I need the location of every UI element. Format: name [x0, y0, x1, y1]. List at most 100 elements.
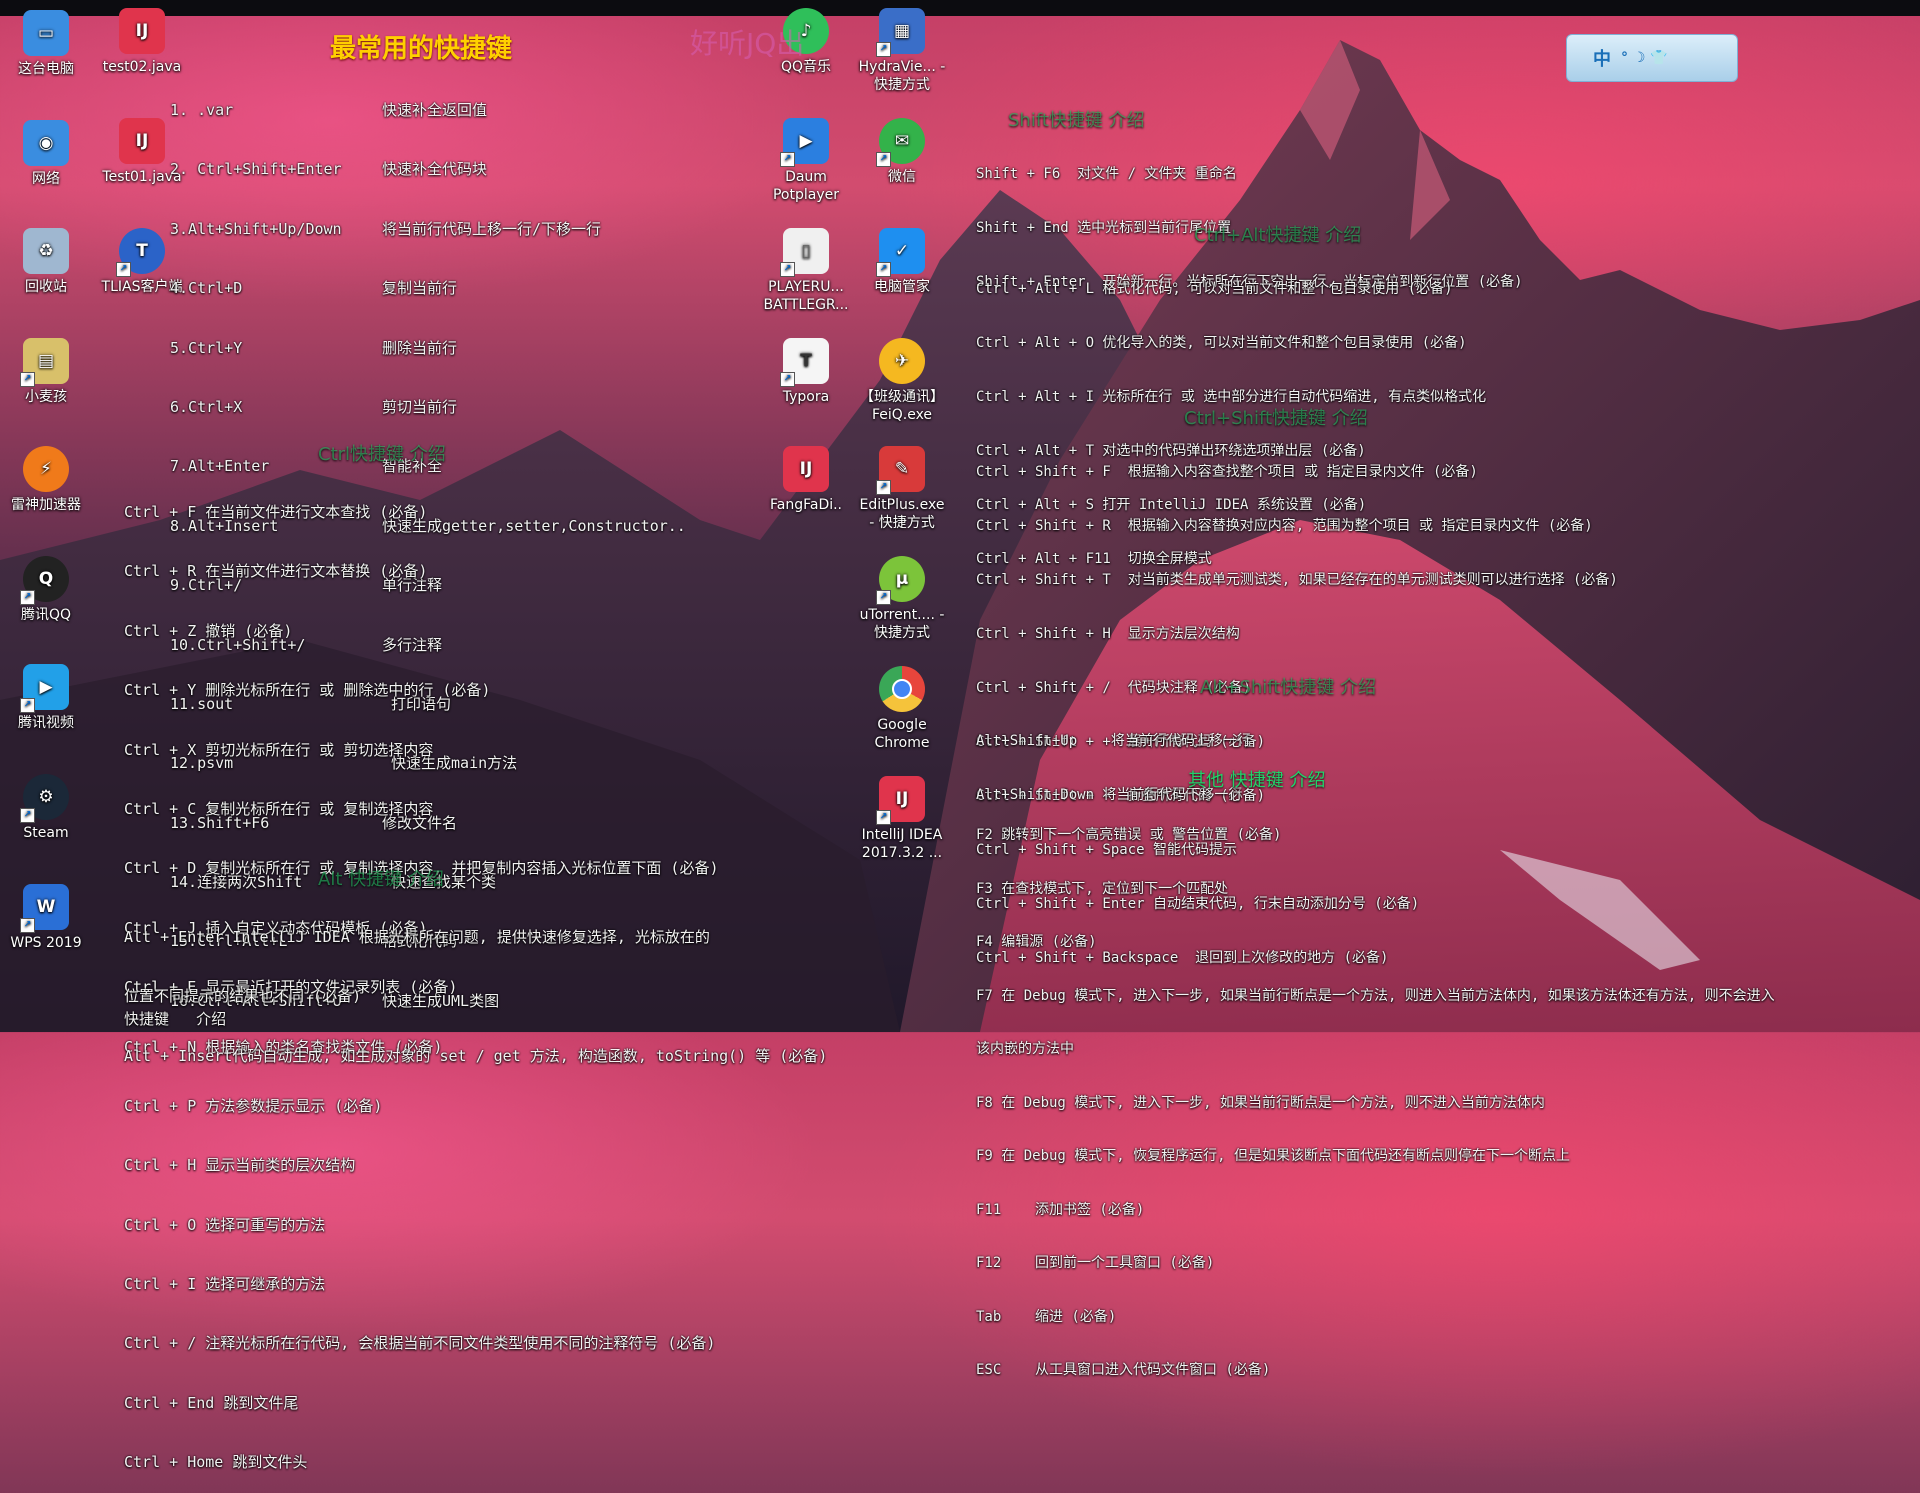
- icon-label: 【班级通讯】 FeiQ.exe: [860, 389, 944, 423]
- icon-label: IntelliJ IDEA 2017.3.2 ...: [861, 827, 943, 861]
- other-shortcut-list: F2 跳转到下一个高亮错误 或 警告位置 (必备) F3 在查找模式下, 定位到…: [976, 793, 1916, 1398]
- desktop-icon-feiq[interactable]: ✈ 【班级通讯】 FeiQ.exe: [856, 338, 948, 424]
- list-item: Tab 缩进 (必备): [976, 1308, 1117, 1325]
- list-item: 位置不同提示的结果也不同 (必备): [124, 987, 362, 1006]
- intellij-file-icon: IJ: [119, 8, 165, 54]
- icon-label: 微信: [888, 169, 916, 185]
- icon-label: 回收站: [25, 279, 67, 295]
- section-title-alt-shift: Alt+Shift快捷键 介绍: [1200, 677, 1377, 698]
- utorrent-icon: µ ↗: [876, 556, 925, 605]
- desktop-icon-hydravision[interactable]: ▦ ↗ HydraVie... - 快捷方式: [856, 8, 948, 94]
- icon-label: 腾讯QQ: [20, 607, 72, 623]
- tlias-icon: T ↗: [116, 228, 165, 277]
- icon-label: 这台电脑: [18, 61, 74, 77]
- steam-icon: ⚙ ↗: [20, 774, 69, 823]
- icon-label: Typora: [782, 389, 830, 405]
- desktop-icon-wps[interactable]: W ↗ WPS 2019: [0, 884, 92, 952]
- desktop-icon-chrome[interactable]: Google Chrome: [856, 666, 948, 752]
- list-item: ESC 从工具窗口进入代码文件窗口 (必备): [976, 1362, 1271, 1378]
- alt-shortcut-list: Alt + Enter IntelliJ IDEA 根据光标所在问题, 提供快速…: [124, 890, 827, 1086]
- folder-icon: ▤ ↗: [20, 338, 69, 387]
- list-item: Shift + F6 对文件 / 文件夹 重命名: [976, 166, 1237, 182]
- recycle-bin-icon: ♻: [23, 228, 69, 274]
- file-icon: ▯ ↗: [780, 228, 829, 277]
- hydravision-icon: ▦ ↗: [876, 8, 925, 57]
- qq-icon: Q ↗: [20, 556, 69, 605]
- list-item: Ctrl + F 在当前文件进行文本查找 (必备): [124, 503, 428, 521]
- list-item: Ctrl + I 选择可继承的方法: [124, 1275, 326, 1294]
- icon-label: FangFaDi..: [769, 497, 843, 513]
- list-item: Ctrl + End 跳到文件尾: [124, 1393, 299, 1412]
- list-item: F9 在 Debug 模式下, 恢复程序运行, 但是如果该断点下面代码还有断点则…: [976, 1148, 1570, 1164]
- icon-label: 小麦孩: [25, 389, 67, 405]
- list-item: Ctrl + X 剪切光标所在行 或 剪切选择内容: [124, 740, 434, 759]
- network-icon: ◉: [23, 120, 69, 166]
- list-item: 6.Ctrl+X 剪切当前行: [170, 397, 458, 416]
- desktop-icon-typora[interactable]: T ↗ Typora: [760, 338, 852, 406]
- desktop-icon-editplus[interactable]: ✎ ↗ EditPlus.exe - 快捷方式: [856, 446, 948, 532]
- desktop-icon-xiaomaihai[interactable]: ▤ ↗ 小麦孩: [0, 338, 92, 406]
- list-item: 该内嵌的方法中: [976, 1041, 1074, 1057]
- list-item: Ctrl + Shift + F 根据输入内容查找整个项目 或 指定目录内文件 …: [976, 464, 1478, 480]
- section-title-ctrl-alt: Ctrl+Alt快捷键 介绍: [1194, 225, 1362, 246]
- desktop-icon-intellij-idea[interactable]: IJ ↗ IntelliJ IDEA 2017.3.2 ...: [856, 776, 948, 862]
- footer-caption: 快捷键 介绍: [124, 1010, 227, 1028]
- desktop-icon-wechat[interactable]: ✉ ↗ 微信: [856, 118, 948, 186]
- icon-label: 网络: [32, 171, 60, 187]
- desktop-icon-pubg[interactable]: ▯ ↗ PLAYERU... BATTLEGR...: [760, 228, 852, 314]
- list-item: Ctrl + P 方法参数提示显示 (必备): [124, 1096, 383, 1115]
- section-title-alt: Alt 快捷键 介绍: [318, 869, 444, 890]
- desktop-icon-leishen[interactable]: ⚡ 雷神加速器: [0, 446, 92, 514]
- list-item: 1. .var 快速补全返回值: [170, 101, 488, 119]
- desktop-icon-steam[interactable]: ⚙ ↗ Steam: [0, 774, 92, 842]
- list-item: 3.Alt+Shift+Up/Down 将当前行代码上移一行/下移一行: [170, 219, 602, 238]
- list-item: Alt+Shift+Up 将当前行代码上移一行: [976, 733, 1251, 749]
- desktop-icon-recycle-bin[interactable]: ♻ 回收站: [0, 228, 92, 296]
- list-item: F2 跳转到下一个高亮错误 或 警告位置 (必备): [976, 827, 1282, 843]
- computer-icon: ▭: [23, 10, 69, 56]
- intellij-icon: IJ ↗: [876, 776, 925, 825]
- section-title-ctrl: Ctrl快捷键 介绍: [318, 444, 446, 465]
- desktop-icon-tencent-video[interactable]: ▶ ↗ 腾讯视频: [0, 664, 92, 732]
- icon-label: EditPlus.exe - 快捷方式: [859, 497, 945, 531]
- wechat-icon: ✉ ↗: [876, 118, 925, 167]
- list-item: 5.Ctrl+Y 删除当前行: [170, 338, 458, 357]
- desktop-icon-network[interactable]: ◉ 网络: [0, 120, 92, 188]
- icon-label: 电脑管家: [874, 279, 930, 295]
- list-item: Ctrl + H 显示当前类的层次结构: [124, 1156, 356, 1175]
- potplayer-icon: ▶ ↗: [780, 118, 829, 167]
- section-title-shift: Shift快捷键 介绍: [1008, 110, 1145, 131]
- typora-icon: T ↗: [780, 338, 829, 387]
- section-title-ctrl-shift: Ctrl+Shift快捷键 介绍: [1184, 408, 1368, 429]
- list-item: 2. Ctrl+Shift+Enter 快速补全代码块: [170, 160, 488, 179]
- list-item: Ctrl + Shift + H 显示方法层次结构: [976, 626, 1240, 642]
- page-title: 最常用的快捷键: [330, 34, 513, 64]
- list-item: F7 在 Debug 模式下, 进入下一步, 如果当前行断点是一个方法, 则进入…: [976, 987, 1775, 1004]
- list-item: Ctrl + Y 删除光标所在行 或 删除选中的行 (必备): [124, 681, 491, 700]
- icon-label: Google Chrome: [874, 717, 930, 751]
- tencent-video-icon: ▶ ↗: [20, 664, 69, 713]
- list-item: F11 添加书签 (必备): [976, 1201, 1145, 1218]
- list-item: Ctrl + Alt + O 优化导入的类, 可以对当前文件和整个包目录使用 (…: [976, 335, 1467, 351]
- ime-status-widget[interactable]: 中 ° ☽ 👕: [1566, 34, 1738, 82]
- list-item: 4.Ctrl+D 复制当前行: [170, 279, 458, 298]
- ime-extras: ° ☽ 👕: [1621, 50, 1668, 66]
- desktop-icon-potplayer[interactable]: ▶ ↗ Daum Potplayer: [760, 118, 852, 204]
- list-item: F4 编辑源 (必备): [976, 934, 1097, 950]
- list-item: Ctrl + Shift + T 对当前类生成单元测试类, 如果已经存在的单元测…: [976, 572, 1618, 588]
- icon-label: 腾讯视频: [18, 715, 74, 731]
- list-item: Ctrl + R 在当前文件进行文本替换 (必备): [124, 562, 428, 581]
- pc-manager-icon: ✓ ↗: [876, 228, 925, 277]
- desktop-icon-pc-manager[interactable]: ✓ ↗ 电脑管家: [856, 228, 948, 296]
- list-item: F12 回到前一个工具窗口 (必备): [976, 1255, 1215, 1271]
- feiq-icon: ✈: [879, 338, 925, 384]
- intellij-file-icon: IJ: [119, 118, 165, 164]
- list-item: F3 在查找模式下, 定位到下一个匹配处: [976, 880, 1229, 897]
- list-item: Ctrl + Alt + L 格式化代码, 可以对当前文件和整个包目录使用 (必…: [976, 281, 1453, 297]
- list-item: Ctrl + Z 撤销 (必备): [124, 621, 293, 640]
- desktop-icon-fangfadi[interactable]: IJ FangFaDi..: [760, 446, 852, 514]
- desktop-icon-this-pc[interactable]: ▭ 这台电脑: [0, 10, 92, 78]
- desktop-icon-qq[interactable]: Q ↗ 腾讯QQ: [0, 556, 92, 624]
- desktop-icon-utorrent[interactable]: µ ↗ uTorrent.... - 快捷方式: [856, 556, 948, 642]
- icon-label: Steam: [23, 825, 69, 841]
